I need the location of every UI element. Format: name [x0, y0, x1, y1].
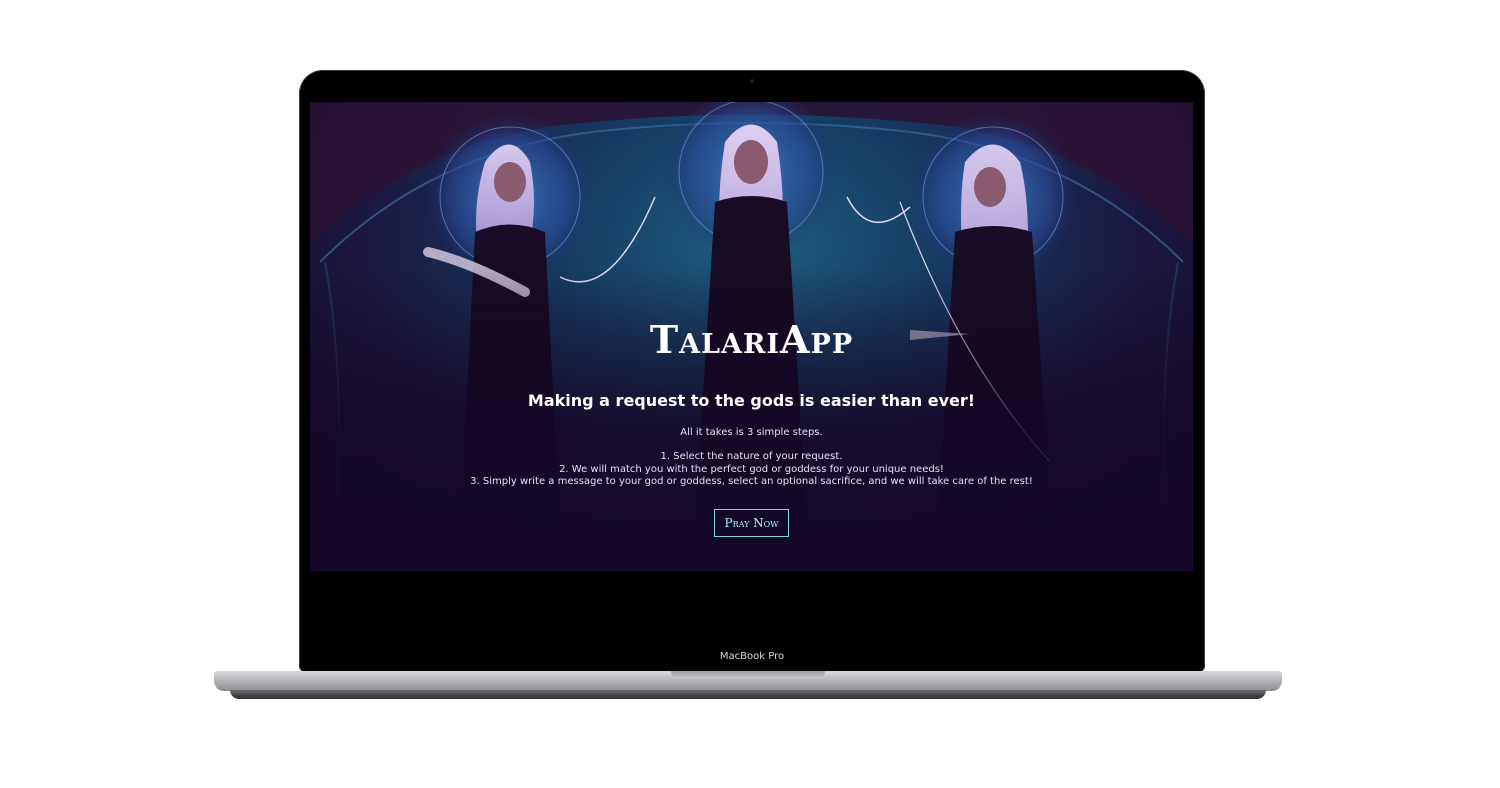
- device-label: MacBook Pro: [719, 651, 785, 662]
- step-item: 2. We will match you with the perfect go…: [559, 463, 944, 475]
- laptop-base: [214, 671, 1282, 691]
- app-title: TalariApp: [649, 317, 854, 362]
- laptop-base-shadow: [230, 690, 1266, 699]
- camera-icon: [750, 79, 754, 83]
- steps-list: 1. Select the nature of your request. 2.…: [310, 451, 1193, 489]
- hero-content: TalariApp Making a request to the gods i…: [310, 317, 1193, 537]
- intro-text: All it takes is 3 simple steps.: [680, 427, 823, 438]
- trackpad-notch: [671, 671, 825, 679]
- step-item: 1. Select the nature of your request.: [660, 451, 843, 462]
- pray-now-button[interactable]: Pray Now: [713, 508, 790, 537]
- tagline: Making a request to the gods is easier t…: [527, 391, 976, 410]
- laptop-lid: TalariApp Making a request to the gods i…: [299, 70, 1205, 672]
- step-item: 3. Simply write a message to your god or…: [470, 476, 1033, 487]
- website-screen: TalariApp Making a request to the gods i…: [310, 102, 1193, 571]
